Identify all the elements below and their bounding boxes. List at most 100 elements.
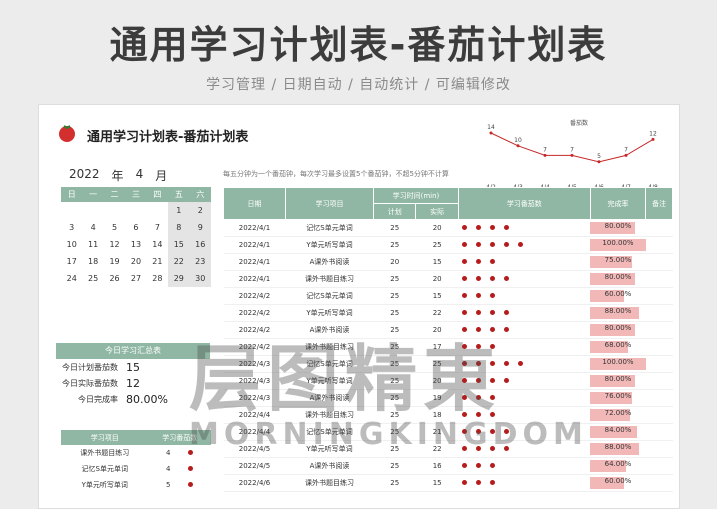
rate-cell: 100.00%: [590, 355, 646, 373]
tomato-dot: [504, 276, 510, 281]
tomato-cell: [458, 287, 591, 305]
calendar-week: 12: [61, 202, 211, 219]
weekday: 日: [61, 187, 83, 202]
calendar-week: 24 25 26 27 28 29 30: [61, 270, 211, 287]
rate-bar: 75.00%: [590, 256, 646, 268]
rate-cell: 76.00%: [590, 389, 646, 407]
note-cell: [645, 321, 673, 339]
plan-cell: 25: [373, 457, 416, 475]
tomato-dot: [462, 463, 468, 468]
data-point: [516, 144, 520, 148]
rate-cell: 60.00%: [590, 474, 646, 492]
calendar-day: 28: [152, 274, 163, 283]
tomato-dot: [490, 276, 496, 281]
rate-bar: 72.00%: [590, 409, 646, 421]
tomato-dot: [462, 225, 468, 230]
tomato-dot: [504, 327, 510, 332]
note-cell: [645, 423, 673, 441]
tomato-dot: [476, 276, 482, 281]
calendar-day: 13: [130, 240, 142, 249]
tomato-cell: [458, 270, 591, 288]
table-header: 学习项目: [285, 187, 374, 220]
note-cell: [645, 270, 673, 288]
table-header: 日期: [223, 187, 286, 220]
rate-cell: 72.00%: [590, 406, 646, 424]
rate-value: 80.00%: [604, 324, 632, 332]
rate-bar: 68.00%: [590, 341, 646, 353]
project-cell: 课外书题目练习: [285, 474, 374, 492]
rate-value: 80.00%: [604, 273, 632, 281]
tomato-cell: [458, 236, 591, 254]
rate-bar: 80.00%: [590, 375, 646, 387]
project-count-value: 4: [166, 449, 171, 457]
calendar-day: 22: [168, 253, 190, 270]
rate-value: 88.00%: [604, 443, 632, 451]
tomato-dot: [490, 242, 496, 247]
rate-cell: 60.00%: [590, 287, 646, 305]
note-cell: [645, 355, 673, 373]
data-label: 14: [487, 124, 495, 131]
tomato-dot: [504, 310, 510, 315]
calendar-year: 2022: [69, 167, 100, 181]
plan-cell: 25: [373, 219, 416, 237]
project-cell: A课外书阅读: [285, 253, 374, 271]
project-row: Y单元听写单词 5: [61, 477, 211, 493]
calendar-day: 14: [152, 240, 163, 249]
plan-cell: 25: [373, 474, 416, 492]
calendar-day: 16: [189, 236, 211, 253]
project-cell: Y单元听写单词: [285, 304, 374, 322]
project-count: 5: [149, 477, 212, 493]
rate-value: 80.00%: [604, 222, 632, 230]
summary-row: 今日实际番茄数 12: [56, 375, 210, 391]
note-cell: [645, 236, 673, 254]
note-cell: [645, 304, 673, 322]
calendar-day: 21: [152, 257, 163, 266]
project-count-value: 5: [166, 481, 171, 489]
summary-label: 今日实际番茄数: [62, 378, 118, 388]
project-cell: 记忆S单元单词: [285, 287, 374, 305]
plan-cell: 25: [373, 270, 416, 288]
tomato-dot: [504, 361, 510, 366]
rate-value: 100.00%: [602, 239, 634, 247]
daily-summary: 今日学习汇总表 今日计划番茄数 15 今日实际番茄数 12 今日完成率 80.00%: [56, 343, 210, 407]
table-row: 2022/4/1 记忆S单元单词 25 20 80.00%: [223, 219, 673, 237]
calendar-day: 5: [112, 223, 118, 232]
rate-value: 80.00%: [604, 375, 632, 383]
calendar-day: 11: [88, 240, 99, 249]
calendar-day: 8: [168, 219, 190, 236]
tomato-count-chart: 番茄数144/2104/374/474/554/674/7124/8: [486, 119, 658, 191]
sheet-preview: 通用学习计划表-番茄计划表 番茄数144/2104/374/474/554/67…: [38, 104, 680, 509]
tomato-dot: [476, 310, 482, 315]
tomato-dot: [462, 310, 468, 315]
table-row: 2022/4/1 A课外书阅读 20 15 75.00%: [223, 253, 673, 271]
calendar-header: 2022 年 4 月: [69, 167, 167, 184]
calendar-year-unit: 年: [111, 169, 124, 183]
date-cell: 2022/4/2: [223, 304, 286, 322]
calendar-week: 10 11 12 13 14 15 16: [61, 236, 211, 253]
tomato-dot: [462, 259, 468, 264]
data-label: 5: [597, 153, 601, 160]
data-point: [543, 153, 547, 157]
tomato-dot: [504, 378, 510, 383]
rate-value: 68.00%: [604, 341, 632, 349]
rate-cell: 80.00%: [590, 270, 646, 288]
rate-bar: 88.00%: [590, 307, 646, 319]
note-cell: [645, 474, 673, 492]
calendar-day: 29: [168, 270, 190, 287]
rate-bar: 76.00%: [590, 392, 646, 404]
rate-bar: 80.00%: [590, 324, 646, 336]
project-header: 学习项目: [61, 430, 149, 445]
calendar-day: [61, 202, 82, 219]
calendar-day: 26: [109, 274, 120, 283]
table-header: 学习时间(min): [373, 187, 459, 204]
rate-bar: 60.00%: [590, 477, 646, 489]
calendar-day: [104, 202, 125, 219]
tomato-cell: [458, 457, 591, 475]
tomato-dot: [462, 480, 468, 485]
tomato-dot: [476, 480, 482, 485]
project-name: 记忆S单元单词: [81, 465, 128, 473]
calendar-day: 4: [90, 223, 96, 232]
date-cell: 2022/4/1: [223, 236, 286, 254]
actual-cell: 22: [415, 304, 459, 322]
weekday: 五: [168, 187, 190, 202]
